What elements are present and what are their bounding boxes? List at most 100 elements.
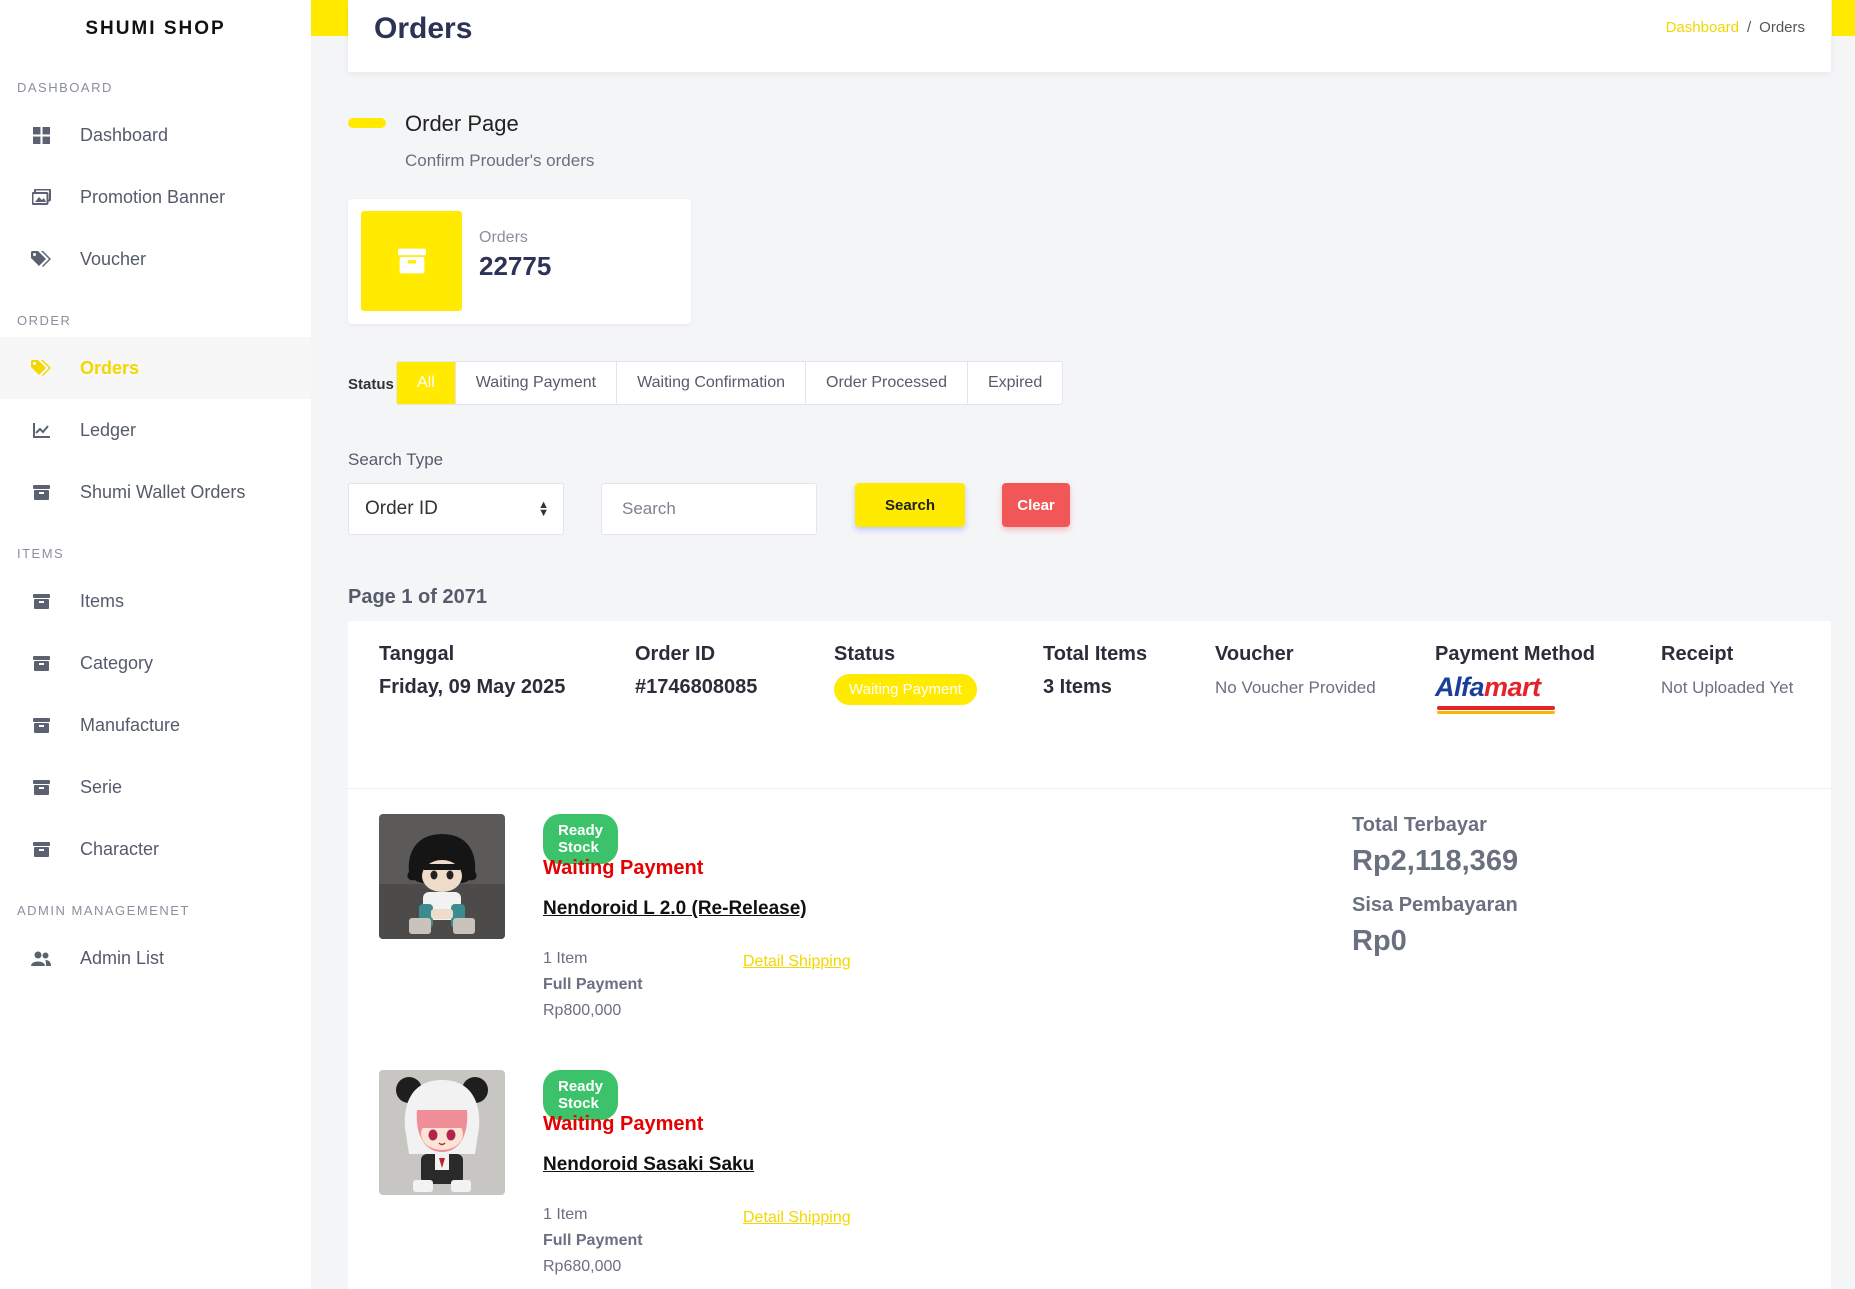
column-header: Voucher: [1215, 643, 1294, 665]
sidebar-item-items[interactable]: Items: [0, 570, 311, 632]
column-header: Receipt: [1661, 643, 1734, 665]
sidebar-item-label: Dashboard: [80, 124, 169, 145]
order-id: #1746808085: [635, 676, 758, 698]
tab-waiting-payment[interactable]: Waiting Payment: [456, 362, 618, 404]
breadcrumb-dashboard-link[interactable]: Dashboard: [1666, 19, 1739, 36]
users-icon: [30, 947, 52, 969]
logo-text: mart: [1484, 672, 1541, 702]
stat-value: 22775: [479, 251, 552, 281]
section-title-marker: [348, 118, 386, 128]
sidebar-item-promotion-banner[interactable]: Promotion Banner: [0, 166, 311, 228]
orders-stat-card: Orders 22775: [348, 199, 691, 324]
item-name-link[interactable]: Nendoroid Sasaki Saku: [543, 1154, 754, 1176]
item-payment-type: Full Payment: [543, 976, 643, 993]
product-image[interactable]: [379, 1070, 505, 1195]
tab-expired[interactable]: Expired: [968, 362, 1062, 404]
search-type-label: Search Type: [348, 450, 444, 469]
accent-bar: [311, 0, 348, 36]
total-items: 3 Items: [1043, 676, 1112, 698]
item-status: Waiting Payment: [543, 857, 704, 879]
column-header: Status: [834, 643, 896, 665]
stat-label: Orders: [479, 229, 528, 246]
item-price: Rp680,000: [543, 1258, 622, 1275]
item-price: Rp800,000: [543, 1002, 622, 1019]
tab-order-processed[interactable]: Order Processed: [806, 362, 968, 404]
section-title: Order Page: [405, 111, 519, 136]
detail-shipping-link[interactable]: Detail Shipping: [743, 953, 851, 971]
order-date-column: Tanggal Friday, 09 May 2025: [379, 643, 565, 699]
archive-icon: [30, 714, 52, 736]
search-type-select[interactable]: Order ID ▲ ▼: [348, 483, 564, 535]
sidebar-item-label: Ledger: [80, 419, 137, 440]
page-header: Orders Dashboard / Orders: [348, 0, 1831, 72]
total-paid-value: Rp2,118,369: [1352, 845, 1519, 877]
tab-all[interactable]: All: [397, 362, 456, 404]
sidebar-item-serie[interactable]: Serie: [0, 756, 311, 818]
status-filter-label: Status: [348, 376, 394, 393]
sidebar-section-title: DASHBOARD: [17, 80, 113, 95]
sidebar-item-orders[interactable]: Orders: [0, 337, 311, 399]
page-title: Orders: [374, 12, 473, 45]
remaining-payment-value: Rp0: [1352, 925, 1407, 957]
sidebar-item-label: Voucher: [80, 248, 147, 269]
archive-icon: [361, 211, 462, 311]
archive-icon: [30, 838, 52, 860]
sidebar: SHUMI SHOP DASHBOARD Dashboard Promotion…: [0, 0, 311, 1289]
search-type-value: Order ID: [365, 498, 438, 519]
breadcrumb-current: Orders: [1759, 19, 1805, 36]
alfamart-logo: Alfamart: [1435, 672, 1555, 714]
accent-bar: [1832, 0, 1855, 36]
total-paid-label: Total Terbayar: [1352, 814, 1487, 836]
item-status: Waiting Payment: [543, 1113, 704, 1135]
archive-icon: [30, 652, 52, 674]
logo-text: Alfa: [1435, 672, 1485, 702]
sidebar-item-admin-list[interactable]: Admin List: [0, 927, 311, 989]
item-quantity: 1 Item: [543, 1206, 588, 1223]
sidebar-item-dashboard[interactable]: Dashboard: [0, 104, 311, 166]
brand-logo[interactable]: SHUMI SHOP: [0, 0, 311, 58]
order-date: Friday, 09 May 2025: [379, 676, 566, 698]
column-header: Tanggal: [379, 643, 455, 665]
column-header: Payment Method: [1435, 643, 1596, 665]
product-image[interactable]: [379, 814, 505, 939]
sidebar-item-manufacture[interactable]: Manufacture: [0, 694, 311, 756]
detail-shipping-link[interactable]: Detail Shipping: [743, 1209, 851, 1227]
grid-icon: [30, 124, 52, 146]
item-name-link[interactable]: Nendoroid L 2.0 (Re-Release): [543, 898, 807, 920]
sidebar-item-label: Category: [80, 652, 154, 673]
column-header: Order ID: [635, 643, 716, 665]
total-items-column: Total Items 3 Items: [1043, 643, 1147, 699]
voucher-column: Voucher No Voucher Provided: [1215, 643, 1376, 698]
search-input[interactable]: [601, 483, 817, 535]
breadcrumb-separator: /: [1746, 19, 1752, 36]
sidebar-item-label: Character: [80, 838, 160, 859]
receipt-value: Not Uploaded Yet: [1661, 678, 1794, 697]
clear-button[interactable]: Clear: [1002, 483, 1070, 527]
sidebar-item-voucher[interactable]: Voucher: [0, 228, 311, 290]
archive-icon: [30, 590, 52, 612]
item-payment-type: Full Payment: [543, 1232, 643, 1249]
status-tabs: All Waiting Payment Waiting Confirmation…: [396, 361, 1064, 405]
sidebar-item-character[interactable]: Character: [0, 818, 311, 880]
receipt-column: Receipt Not Uploaded Yet: [1661, 643, 1793, 698]
sidebar-item-ledger[interactable]: Ledger: [0, 399, 311, 461]
sidebar-item-label: Orders: [80, 357, 140, 378]
sidebar-item-label: Admin List: [80, 947, 165, 968]
sidebar-item-label: Items: [80, 590, 125, 611]
tab-waiting-confirmation[interactable]: Waiting Confirmation: [617, 362, 807, 404]
sidebar-section-title: ORDER: [17, 313, 72, 328]
sidebar-item-label: Manufacture: [80, 714, 181, 735]
sidebar-section-title: ADMIN MANAGEMENET: [17, 903, 190, 918]
sidebar-section-title: ITEMS: [17, 546, 65, 561]
status-badge: Waiting Payment: [834, 674, 977, 705]
remaining-payment-label: Sisa Pembayaran: [1352, 894, 1518, 916]
images-icon: [30, 186, 52, 208]
sidebar-item-category[interactable]: Category: [0, 632, 311, 694]
sidebar-item-shumi-wallet-orders[interactable]: Shumi Wallet Orders: [0, 461, 311, 523]
column-header: Total Items: [1043, 643, 1148, 665]
order-status-column: Status Waiting Payment: [834, 643, 977, 705]
search-button[interactable]: Search: [855, 483, 965, 527]
pagination-info: Page 1 of 2071: [348, 586, 487, 608]
order-id-column: Order ID #1746808085: [635, 643, 757, 699]
wallet-icon: [30, 481, 52, 503]
